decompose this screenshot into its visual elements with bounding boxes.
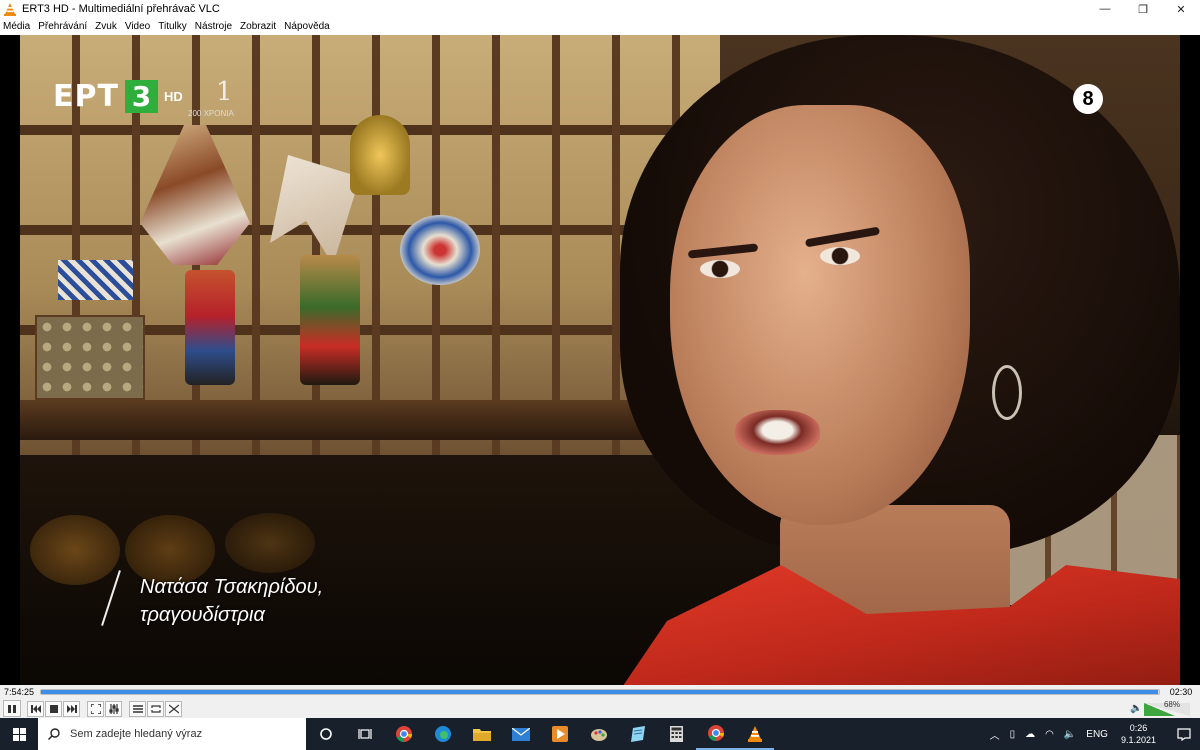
loop-icon [150,704,161,713]
menu-help[interactable]: Nápověda [284,21,330,32]
chrome-icon[interactable] [384,718,423,750]
previous-button[interactable] [27,700,44,717]
video-area[interactable]: ΕΡΤ 3 HD 1 200 ΧΡΟΝΙΑ 8 Νατάσα Τσακηρίδο… [0,35,1200,685]
puppet-figure [300,255,360,385]
speaker-icon[interactable]: 🔈 [1130,703,1142,714]
playlist-icon [132,704,143,713]
copper-bowl [225,513,315,573]
seek-progress [41,690,1158,694]
hd-badge: HD [163,89,183,104]
puppet-figure [185,270,235,385]
remaining-time[interactable]: 02:30 [1162,687,1200,697]
cortana-icon[interactable] [306,718,345,750]
search-placeholder: Sem zadejte hledaný výraz [70,728,203,740]
caption-name: Νατάσα Τσακηρίδου, [140,576,324,598]
ert3-logo: ΕΡΤ 3 HD [53,79,183,114]
menu-view[interactable]: Zobrazit [240,21,276,32]
clock[interactable]: 0:26 9.1.2021 [1121,722,1156,746]
windows-taskbar: Sem zadejte hledaný výraz ︿ ▯ ☁ ◠ 🔈 ENG … [0,718,1200,750]
menu-playback[interactable]: Přehrávání [38,21,87,32]
menu-audio[interactable]: Zvuk [95,21,117,32]
volume-control[interactable]: 🔈 68% [1130,699,1194,717]
vlc-cone-icon [4,3,16,16]
shuffle-icon [168,704,179,713]
volume-percent: 68% [1163,700,1180,709]
volume-slider[interactable]: 68% [1144,700,1190,716]
ceramic-tile [58,260,133,300]
window-title: ERT3 HD - Multimediální přehrávač VLC [22,3,220,15]
seek-slider[interactable] [40,689,1160,695]
pause-button[interactable] [3,700,21,717]
mouth [735,410,820,455]
menu-bar: Média Přehrávání Zvuk Video Titulky Nást… [0,18,1200,35]
clock-time: 0:26 [1129,723,1148,733]
extended-settings-button[interactable] [105,700,122,717]
calculator-icon[interactable] [657,718,696,750]
file-explorer-icon[interactable] [462,718,501,750]
search-icon [48,728,60,740]
next-button[interactable] [63,700,80,717]
eye [700,260,740,278]
shelf-ledge [20,400,720,440]
hoop-earring [992,365,1022,420]
chevron-up-icon[interactable]: ︿ [990,727,1000,742]
loop-button[interactable] [147,700,164,717]
wifi-icon[interactable]: ◠ [1045,729,1054,740]
language-indicator[interactable]: ENG [1086,729,1108,740]
chrome-window-icon[interactable] [696,718,735,750]
volume-icon[interactable]: 🔈 [1064,729,1076,740]
cloud-icon[interactable]: ☁ [1025,729,1035,740]
mail-icon[interactable] [501,718,540,750]
task-view-icon[interactable] [345,718,384,750]
control-bar [0,699,1200,718]
system-tray: ︿ ▯ ☁ ◠ 🔈 ENG 0:26 9.1.2021 [985,718,1200,750]
media-player-icon[interactable] [540,718,579,750]
clock-date: 9.1.2021 [1120,735,1156,745]
anniversary-text: 200 ΧΡΟΝΙΑ [188,109,234,118]
elapsed-time[interactable]: 7:54:25 [0,687,38,697]
paint-icon[interactable] [579,718,618,750]
decorative-plate [400,215,480,285]
playlist-button[interactable] [129,700,146,717]
pause-icon [8,704,16,713]
minimize-button[interactable]: — [1086,0,1124,18]
taskbar-search[interactable]: Sem zadejte hledaný výraz [38,718,306,750]
windows-logo-icon [12,727,26,741]
caption-role: τραγουδίστρια [140,604,265,626]
notification-icon[interactable] [1168,718,1200,750]
menu-video[interactable]: Video [125,21,150,32]
vlc-taskbar-icon[interactable] [735,718,774,750]
menu-tools[interactable]: Nástroje [195,21,232,32]
copper-bowl [30,515,120,585]
maximize-button[interactable]: ❐ [1124,0,1162,18]
menu-subtitles[interactable]: Titulky [158,21,187,32]
coins-tray [35,315,145,400]
channel-number: 3 [124,80,158,113]
shuffle-button[interactable] [165,700,182,717]
woman-face [670,105,970,525]
start-button[interactable] [0,718,38,750]
notepad-icon[interactable] [618,718,657,750]
close-button[interactable]: ✕ [1162,0,1200,18]
skip-back-icon [30,704,41,713]
age-rating-badge: 8 [1073,84,1103,114]
channel-name: ΕΡΤ [53,79,119,114]
fullscreen-button[interactable] [87,700,104,717]
device-icon[interactable]: ▯ [1010,729,1016,740]
title-bar: ERT3 HD - Multimediální přehrávač VLC — … [0,0,1200,18]
edge-icon[interactable] [423,718,462,750]
eye [820,247,860,265]
stop-icon [49,704,58,713]
menu-media[interactable]: Média [3,21,30,32]
equalizer-icon [108,703,119,714]
anniversary-number: 1 [216,77,233,107]
skip-forward-icon [66,704,77,713]
fullscreen-icon [90,703,101,714]
stop-button[interactable] [45,700,62,717]
name-caption: Νατάσα Τσακηρίδου, τραγουδίστρια [140,573,323,629]
seek-row: 7:54:25 02:30 [0,685,1200,699]
brass-bell [350,115,410,195]
